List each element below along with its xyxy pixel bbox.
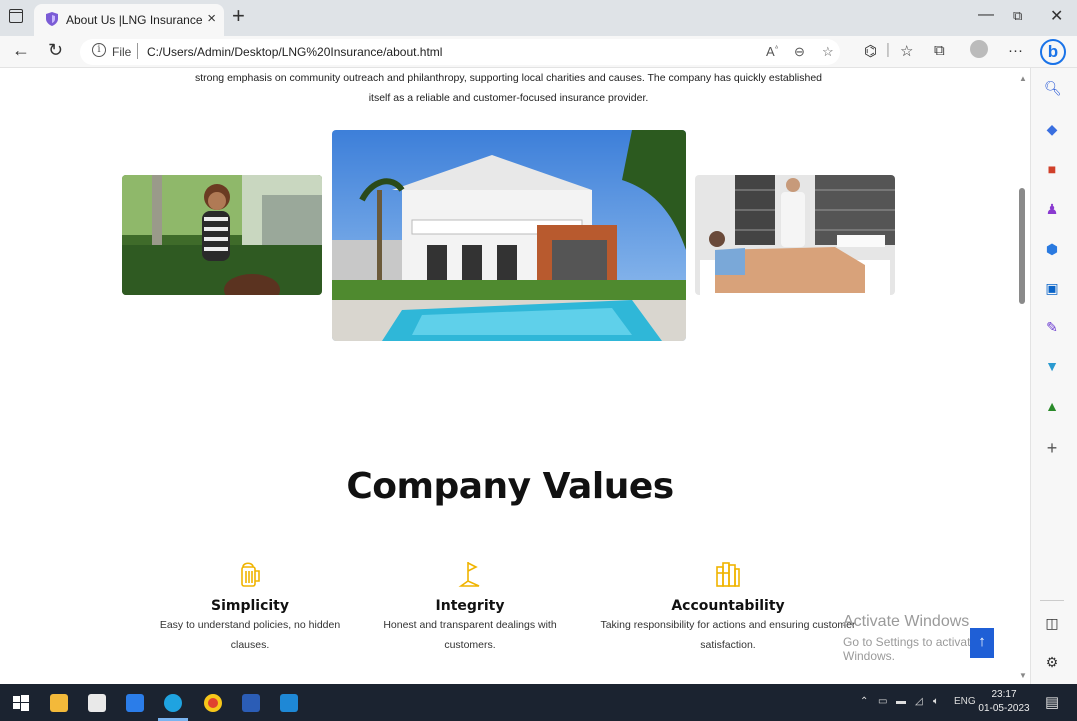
hide-sidebar-icon[interactable]: ◫ — [1044, 615, 1060, 631]
company-values-heading: Company Values — [346, 466, 674, 507]
drop-icon[interactable]: ▼ — [1044, 358, 1060, 374]
clock-time: 23:17 — [991, 689, 1017, 700]
vscode-icon[interactable] — [280, 694, 298, 712]
divider — [137, 43, 138, 59]
volume-muted-icon[interactable]: 🔈︎ — [933, 696, 939, 707]
value-desc-line-1: Easy to understand policies, no hidden — [159, 619, 341, 631]
battery-icon[interactable]: ▬ — [896, 696, 906, 707]
tree-icon[interactable]: ▲ — [1044, 398, 1060, 414]
extensions-icon[interactable]: ⌬ — [864, 42, 877, 60]
language-indicator[interactable]: ENG — [954, 696, 976, 707]
favorites-icon[interactable]: ☆ — [900, 42, 913, 60]
beer-mug-icon — [241, 562, 260, 587]
windows-start-icon[interactable] — [12, 694, 30, 712]
close-window-icon[interactable]: ✕ — [1050, 6, 1063, 26]
clock-date: 01-05-2023 — [978, 703, 1030, 714]
store-icon[interactable] — [88, 694, 106, 712]
watermark-line-1: Activate Windows — [843, 613, 970, 630]
sidebar-divider — [1040, 600, 1064, 601]
zoom-icon[interactable]: ⊖ — [794, 44, 805, 60]
profile-avatar[interactable] — [970, 40, 988, 58]
scroll-to-top-button[interactable]: ↑ — [970, 628, 994, 658]
system-clock[interactable]: 23:17 01-05-2023 — [978, 688, 1030, 716]
tab-title: About Us |LNG Insurance — [66, 13, 203, 27]
games-icon[interactable]: ♟ — [1044, 201, 1060, 217]
tab-actions-icon[interactable] — [9, 9, 23, 23]
settings-gear-icon[interactable]: ⚙ — [1044, 654, 1060, 670]
collections-icon[interactable]: ⧉ — [934, 42, 945, 59]
value-card-integrity: Integrity Honest and transparent dealing… — [370, 559, 570, 656]
word-icon[interactable] — [242, 694, 260, 712]
value-card-accountability: Accountability Taking responsibility for… — [600, 559, 856, 656]
navigation-bar: ← ↻ i File C:/Users/Admin/Desktop/LNG%20… — [0, 36, 1077, 68]
device-icon[interactable]: ▭ — [878, 696, 887, 707]
more-options-icon[interactable]: ··· — [1008, 42, 1023, 59]
show-hidden-icons-icon[interactable]: ⌃ — [860, 696, 868, 707]
house-photo — [332, 130, 686, 341]
scrollbar-thumb[interactable] — [1019, 188, 1025, 304]
notifications-icon[interactable]: ▤ — [1045, 693, 1059, 711]
tab-about-us[interactable]: About Us |LNG Insurance × — [34, 4, 224, 36]
value-title: Integrity — [435, 598, 505, 614]
scroll-down-arrow-icon[interactable]: ▼ — [1019, 671, 1027, 680]
intro-line-1: strong emphasis on community outreach an… — [194, 72, 823, 84]
outlook-icon[interactable]: ▣ — [1044, 280, 1060, 296]
read-aloud-icon[interactable]: Aᐞ — [766, 44, 778, 59]
watermark-line-2: Go to Settings to activate Windows. — [843, 635, 978, 663]
url-scheme-label: File — [112, 45, 132, 59]
url-text[interactable]: C:/Users/Admin/Desktop/LNG%20Insurance/a… — [147, 45, 442, 59]
intro-line-2: itself as a reliable and customer-focuse… — [368, 92, 649, 104]
value-title: Simplicity — [210, 598, 289, 614]
windows-taskbar: ⌃ ▭ ▬ ◿ 🔈︎ ENG 23:17 01-05-2023 ▤ — [0, 684, 1077, 721]
scrollbar-track[interactable] — [1016, 68, 1030, 684]
bing-copilot-icon[interactable]: b — [1040, 39, 1066, 65]
value-card-simplicity: Simplicity Easy to understand policies, … — [150, 559, 350, 656]
books-icon — [716, 562, 740, 587]
shopping-tag-icon[interactable]: ◆ — [1044, 121, 1060, 137]
info-icon[interactable]: i — [92, 43, 106, 57]
restore-icon[interactable]: ⧉ — [1013, 8, 1022, 24]
new-tab-button[interactable]: + — [232, 3, 245, 29]
tab-strip: About Us |LNG Insurance × + — ⧉ ✕ — [0, 0, 1077, 36]
toolbar-divider: | — [886, 41, 890, 58]
wifi-icon[interactable]: ◿ — [915, 696, 923, 707]
flag-icon — [458, 562, 480, 587]
page-content: strong emphasis on community outreach an… — [0, 68, 1030, 684]
doctor-patient-photo — [695, 175, 895, 295]
activate-windows-watermark: Activate Windows Go to Settings to activ… — [843, 613, 1030, 663]
value-desc-line-1: Taking responsibility for actions and en… — [600, 619, 856, 631]
edge-icon[interactable] — [164, 694, 182, 712]
family-photo — [122, 175, 322, 295]
minimize-icon[interactable]: — — [978, 6, 994, 24]
value-desc-line-2: clauses. — [230, 639, 270, 651]
search-icon[interactable]: 🔍︎ — [1044, 80, 1062, 96]
value-desc-line-1: Honest and transparent dealings with — [383, 619, 557, 631]
refresh-icon[interactable]: ↻ — [48, 40, 63, 61]
designer-icon[interactable]: ✎ — [1044, 319, 1060, 335]
value-title: Accountability — [671, 598, 785, 614]
tools-icon[interactable]: ■ — [1044, 161, 1060, 177]
file-explorer-icon[interactable] — [50, 694, 68, 712]
mail-icon[interactable] — [126, 694, 144, 712]
chrome-icon[interactable] — [204, 694, 222, 712]
add-sidebar-app-icon[interactable]: + — [1044, 439, 1060, 457]
microsoft365-icon[interactable]: ⬢ — [1044, 241, 1060, 257]
shield-favicon-icon — [46, 12, 58, 26]
value-desc-line-2: satisfaction. — [700, 639, 756, 651]
address-bar[interactable]: i File C:/Users/Admin/Desktop/LNG%20Insu… — [80, 39, 840, 65]
back-icon[interactable]: ← — [12, 40, 30, 61]
value-desc-line-2: customers. — [444, 639, 496, 651]
close-tab-icon[interactable]: × — [207, 10, 216, 27]
add-favorite-icon[interactable]: ☆ — [822, 44, 834, 60]
scroll-up-arrow-icon[interactable]: ▲ — [1019, 74, 1027, 83]
